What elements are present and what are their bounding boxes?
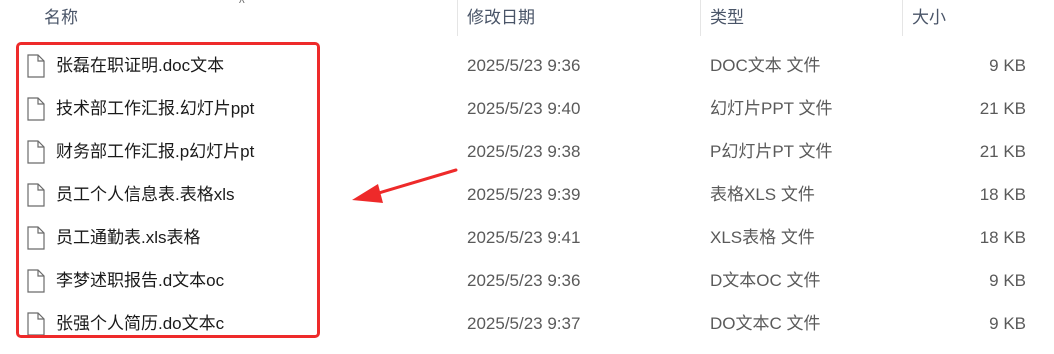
red-arrow-annotation [352,168,458,203]
